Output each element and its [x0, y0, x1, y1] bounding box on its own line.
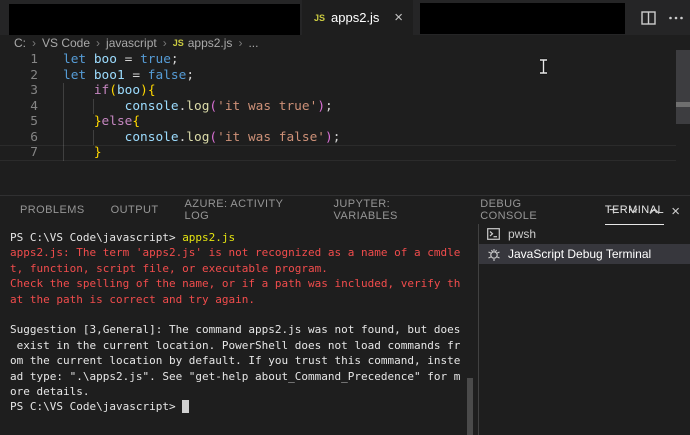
indent-guide	[93, 129, 94, 145]
js-file-icon: JS	[314, 12, 326, 23]
breadcrumb-item-label: VS Code	[42, 35, 91, 50]
line-number: 6	[30, 129, 38, 145]
code-text: console.log('it was false');	[124, 129, 341, 145]
line-number: 5	[30, 114, 38, 129]
chevron-right-icon: ›	[162, 35, 167, 50]
breadcrumb-item-label: apps2.js	[187, 35, 233, 50]
editor-tab-bar: JS apps2.js ×	[0, 0, 690, 35]
terminal-icon	[487, 227, 503, 241]
terminal-line: PS C:\VS Code\javascript> apps2.js	[10, 231, 236, 244]
panel-tab-jupyter-variables[interactable]: JUPYTER: VARIABLES	[333, 197, 454, 225]
close-tab-icon[interactable]: ×	[392, 10, 405, 25]
current-line-highlight	[0, 145, 676, 161]
terminal-output[interactable]: PS C:\VS Code\javascript> apps2.js apps2.…	[10, 230, 466, 415]
terminal-line: om the current location by default. If y…	[10, 354, 461, 368]
code-text: let boo = true;	[63, 52, 179, 67]
terminal-dropdown-icon[interactable]	[629, 208, 638, 214]
code-text: if(boo){	[93, 83, 156, 98]
line-number: 2	[30, 67, 38, 83]
panel-actions: + ×	[609, 199, 680, 223]
breadcrumb: C: › VS Code › javascript › JS apps2.js ›...	[0, 35, 690, 50]
terminal-scrollbar[interactable]	[467, 378, 473, 435]
code-line[interactable]: 2 let boo1 = false;	[0, 68, 676, 84]
panel-tab-output[interactable]: OUTPUT	[111, 197, 159, 225]
line-number: 1	[30, 52, 38, 67]
chevron-right-icon: ›	[32, 35, 36, 50]
js-file-icon: JS	[172, 37, 184, 48]
terminal-line: ore details.	[10, 384, 90, 398]
terminal-list-item[interactable]: JavaScript Debug Terminal	[479, 244, 690, 264]
panel-tab-azure-activity-log[interactable]: AZURE: ACTIVITY LOG	[185, 197, 308, 225]
code-text: let boo1 = false;	[63, 67, 195, 83]
more-actions-icon[interactable]	[668, 11, 684, 25]
vscode-window: JS apps2.js × C: › VS Code › javascript › JS ap…	[0, 0, 690, 435]
new-terminal-icon[interactable]: +	[609, 203, 618, 219]
terminal-line: at the path is correct and try again.	[10, 292, 256, 306]
close-panel-icon[interactable]: ×	[671, 204, 680, 219]
code-line[interactable]: 3 if(boo){	[0, 83, 676, 99]
terminal-cursor	[182, 400, 189, 414]
split-editor-icon[interactable]	[641, 10, 656, 25]
panel-tab-problems[interactable]: PROBLEMS	[20, 197, 85, 225]
tab-apps2-js[interactable]: JS apps2.js ×	[302, 0, 413, 35]
code-text: console.log('it was true');	[124, 98, 333, 114]
terminal-tabs-list: pwsh JavaScript Debug Terminal	[478, 224, 690, 435]
breadcrumb-item[interactable]: JS apps2.js	[173, 36, 233, 50]
breadcrumb-item-label: C:	[14, 35, 26, 50]
breadcrumb-item[interactable]: VS Code	[42, 36, 90, 50]
code-editor[interactable]: 1 let boo = true; 2 let boo1 = false; 3 if(b…	[0, 50, 690, 195]
chevron-right-icon: ›	[238, 35, 243, 50]
code-line[interactable]: 1 let boo = true;	[0, 52, 676, 68]
code-text: }else{	[93, 114, 141, 129]
overview-ruler-cursor-mark	[676, 102, 690, 107]
code-line[interactable]: 6 console.log('it was false');	[0, 130, 676, 146]
line-number: 3	[30, 83, 38, 98]
terminal-line: apps2.js: The term 'apps2.js' is not rec…	[10, 246, 461, 260]
redacted-region-right	[420, 3, 625, 34]
bottom-panel: PROBLEMS OUTPUT AZURE: ACTIVITY LOG JUPYTER…	[0, 195, 690, 435]
tab-label: apps2.js	[331, 10, 380, 25]
breadcrumb-item-label: ...	[248, 35, 259, 50]
terminal-list-item-label: pwsh	[508, 227, 537, 241]
panel-tabs: PROBLEMS OUTPUT AZURE: ACTIVITY LOG JUPYTER…	[0, 196, 690, 225]
terminal-line: Check the spelling of the name, or if a …	[10, 277, 461, 291]
breadcrumb-item-label: javascript	[106, 35, 157, 50]
terminal-list-item-label: JavaScript Debug Terminal	[508, 247, 652, 261]
breadcrumb-item[interactable]: C:	[14, 36, 26, 50]
mouse-ibeam-cursor	[538, 58, 549, 79]
indent-guide	[93, 98, 94, 114]
terminal-line: exist in the current location. PowerShel…	[10, 338, 461, 352]
terminal-line: Suggestion [3,General]: The command apps…	[10, 323, 461, 337]
terminal-line: t, function, script file, or executable …	[10, 261, 328, 275]
debug-icon	[487, 247, 503, 261]
code-line[interactable]: 4 console.log('it was true');	[0, 99, 676, 115]
chevron-right-icon: ›	[96, 35, 101, 50]
panel-tab-debug-console[interactable]: DEBUG CONSOLE	[480, 197, 579, 225]
terminal-list-item[interactable]: pwsh	[479, 224, 690, 244]
redacted-region-left	[9, 4, 300, 35]
code-line[interactable]: 5 }else{	[0, 114, 676, 130]
terminal-line: PS C:\VS Code\javascript>	[10, 399, 466, 414]
terminal-line: ad type: ".\apps2.js". See "get-help abo…	[10, 369, 461, 383]
breadcrumb-item[interactable]: javascript	[106, 36, 157, 50]
maximize-panel-icon[interactable]	[649, 207, 660, 215]
breadcrumb-item[interactable]: ...	[248, 36, 258, 50]
editor-scrollbar[interactable]	[676, 50, 690, 124]
editor-title-actions	[641, 0, 684, 35]
line-number: 4	[30, 98, 38, 114]
